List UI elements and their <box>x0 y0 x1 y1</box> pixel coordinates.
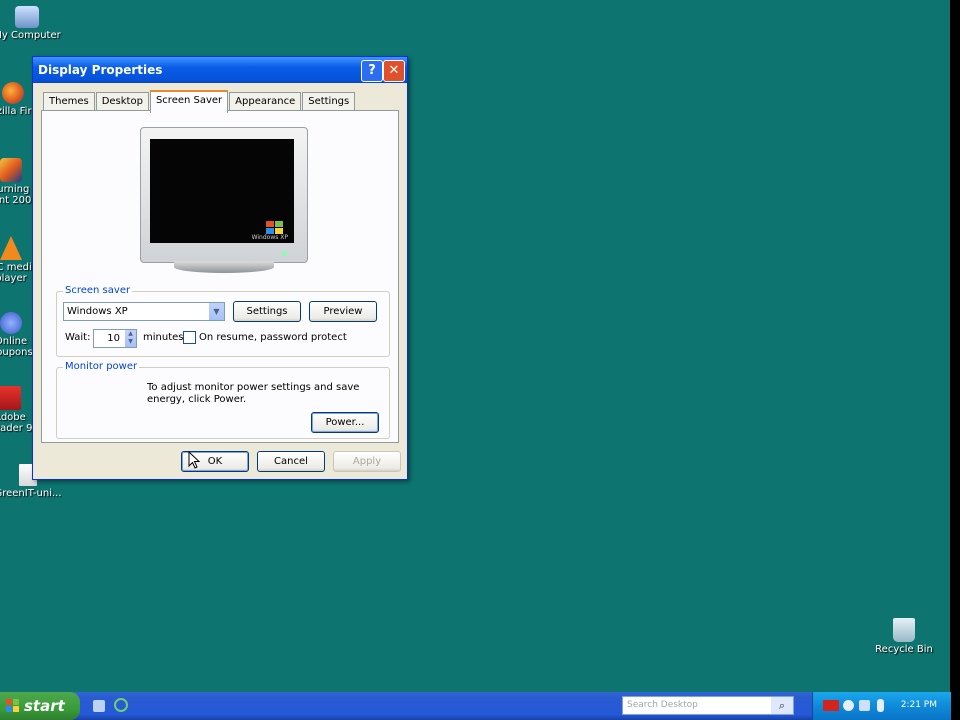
screen-edge <box>950 0 960 720</box>
power-button[interactable]: Power... <box>311 412 379 433</box>
firefox-icon <box>2 82 24 104</box>
monitor-power-legend: Monitor power <box>63 361 140 372</box>
screen-saver-legend: Screen saver <box>63 285 133 296</box>
tab-appearance[interactable]: Appearance <box>229 92 302 111</box>
screen-saver-settings-button[interactable]: Settings <box>233 301 301 322</box>
computer-icon <box>15 6 39 28</box>
monitor-stand <box>174 261 274 273</box>
adobe-reader-icon <box>0 386 21 410</box>
dialog-title: Display Properties <box>38 63 163 77</box>
preview-logo-text: Windows XP <box>251 234 288 241</box>
spinner-arrows-icon[interactable]: ▲ ▼ <box>125 330 136 347</box>
internet-explorer-icon[interactable] <box>114 698 128 712</box>
desktop-icon-recycle-bin[interactable]: Recycle Bin <box>868 618 940 655</box>
taskbar: start Search Desktop ⌕ 2:21 PM <box>0 692 951 720</box>
search-placeholder: Search Desktop <box>627 700 698 710</box>
desktop-icon-label: GreenIT-uni... <box>0 488 62 499</box>
password-checkbox[interactable] <box>183 331 196 344</box>
cancel-button[interactable]: Cancel <box>257 451 325 472</box>
wait-label: Wait: <box>65 332 91 343</box>
screen-saver-group: Screen saver Windows XP ▼ Settings Previ… <box>56 285 390 357</box>
preview-screen: Windows XP <box>150 139 294 243</box>
screen-saver-panel: Windows XP Screen saver Windows XP ▼ Set… <box>41 110 399 443</box>
vlc-cone-icon <box>0 236 22 260</box>
chevron-down-icon[interactable]: ▼ <box>209 303 224 320</box>
desktop-icon-label: Recycle Bin <box>875 644 933 655</box>
tab-strip: Themes Desktop Screen Saver Appearance S… <box>43 90 356 113</box>
wait-value: 10 <box>107 333 120 344</box>
system-tray: 2:21 PM <box>812 692 951 720</box>
close-button[interactable]: ✕ <box>383 60 405 82</box>
volume-tray-icon[interactable] <box>859 700 870 711</box>
ati-tray-icon[interactable] <box>823 700 839 711</box>
tab-desktop[interactable]: Desktop <box>95 92 149 111</box>
clock[interactable]: 2:21 PM <box>901 700 937 710</box>
tab-settings[interactable]: Settings <box>302 92 356 111</box>
minutes-label: minutes <box>143 332 184 343</box>
start-label: start <box>24 697 65 715</box>
help-button[interactable]: ? <box>361 60 383 82</box>
wait-spinner[interactable]: 10 ▲ ▼ <box>93 329 137 348</box>
monitor-power-description: To adjust monitor power settings and sav… <box>147 382 360 405</box>
display-properties-dialog: Display Properties ? ✕ Themes Desktop Sc… <box>32 56 408 480</box>
recycle-bin-icon <box>893 618 915 642</box>
start-button[interactable]: start <box>0 692 80 720</box>
tab-screen-saver[interactable]: Screen Saver <box>149 90 229 113</box>
dialog-titlebar[interactable]: Display Properties ? ✕ <box>33 57 407 83</box>
screen-saver-select[interactable]: Windows XP ▼ <box>63 302 225 321</box>
search-icon[interactable]: ⌕ <box>771 697 793 714</box>
password-protect-label[interactable]: On resume, password protect <box>199 332 347 343</box>
desktop-icon-label: My Computer <box>0 30 61 41</box>
monitor-power-group: Monitor power To adjust monitor power se… <box>56 361 390 439</box>
safely-remove-tray-icon[interactable] <box>877 699 884 712</box>
screen-saver-preview-button[interactable]: Preview <box>309 301 377 322</box>
desktop-icon-my-computer[interactable]: My Computer <box>0 6 62 41</box>
screen-saver-selected: Windows XP <box>67 306 128 317</box>
network-tray-icon[interactable] <box>843 700 854 711</box>
turning-point-icon <box>0 158 22 182</box>
monitor-power-led <box>282 251 287 256</box>
desktop-search-field[interactable]: Search Desktop ⌕ <box>622 696 794 715</box>
apply-button: Apply <box>333 451 401 472</box>
tab-themes[interactable]: Themes <box>43 92 95 111</box>
coupons-icon <box>0 312 22 334</box>
show-desktop-icon[interactable] <box>93 700 105 712</box>
mouse-cursor-icon <box>188 451 200 469</box>
windows-logo-icon <box>266 221 284 235</box>
monitor-preview: Windows XP <box>140 127 308 263</box>
windows-flag-icon <box>6 699 20 713</box>
